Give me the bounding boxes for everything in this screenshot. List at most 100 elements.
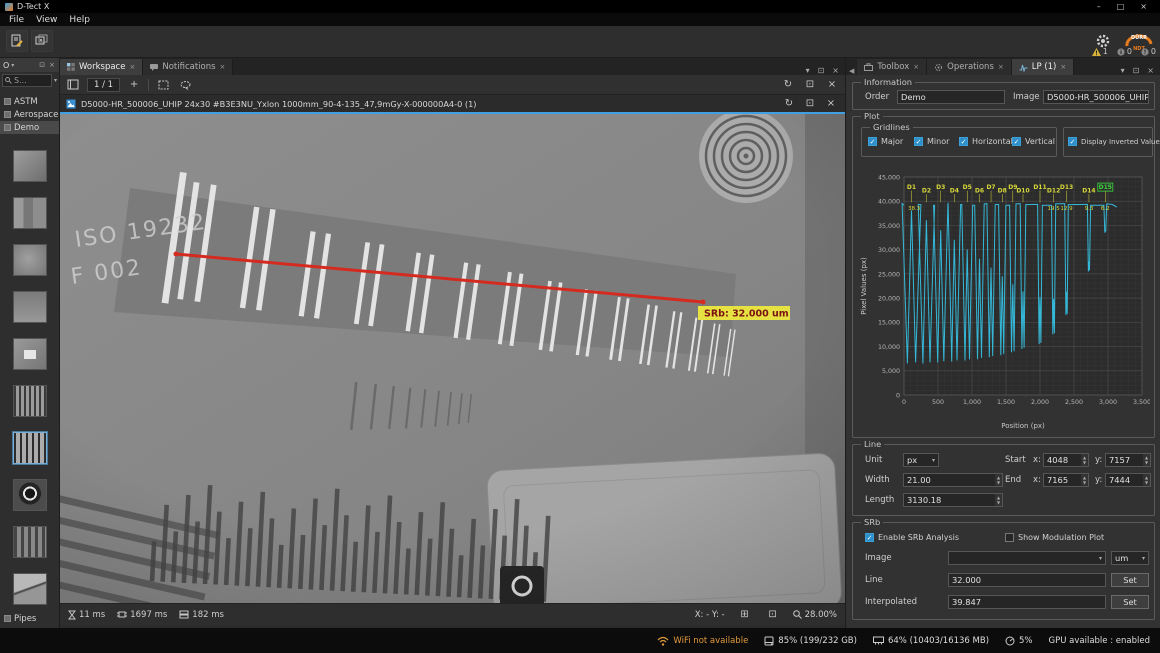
svg-text:D14: D14 xyxy=(1082,188,1095,195)
start-y-stepper[interactable]: 7157▲▼ xyxy=(1105,453,1151,467)
thumbnail[interactable] xyxy=(13,479,47,511)
checkbox-minor[interactable]: Minor xyxy=(914,137,949,146)
refresh-icon[interactable]: ↻ xyxy=(781,97,797,111)
srb-unit-select[interactable]: um▾ xyxy=(1111,551,1149,565)
film-icon[interactable] xyxy=(65,78,81,92)
search-input[interactable] xyxy=(14,76,36,85)
checkbox-horizontal[interactable]: Horizontal xyxy=(959,137,1013,146)
measurement-start-handle[interactable] xyxy=(174,252,179,257)
close-icon[interactable]: × xyxy=(1060,63,1066,71)
alert-badge[interactable]: 0 xyxy=(1141,47,1156,56)
srb-line-set-button[interactable]: Set xyxy=(1111,573,1149,587)
dock-icon[interactable]: ⊡ xyxy=(802,78,818,92)
sidebar-item-demo[interactable]: Demo xyxy=(0,121,59,134)
menu-view[interactable]: View xyxy=(30,15,63,25)
memory-usage: 64% (10403/16136 MB) xyxy=(873,636,989,646)
close-icon[interactable]: × xyxy=(129,63,135,71)
sidebar-item-astm[interactable]: ASTM xyxy=(0,95,59,108)
menu-file[interactable]: File xyxy=(3,15,30,25)
tab-operations[interactable]: Operations× xyxy=(927,59,1012,75)
dotted-grid-toggle-icon[interactable]: ⊡ xyxy=(765,608,781,622)
end-y-stepper[interactable]: 7444▲▼ xyxy=(1105,473,1151,487)
srb-image-select[interactable]: ▾ xyxy=(948,551,1106,565)
gauge-icon xyxy=(1005,636,1015,646)
order-label: Order xyxy=(865,90,889,104)
close-icon[interactable]: × xyxy=(823,97,839,111)
zoom-level[interactable]: 28.00% xyxy=(793,610,837,620)
close-icon[interactable]: × xyxy=(1147,66,1154,75)
image-tab[interactable]: D5000-HR_500006_UHIP 24x30 #B3E3NU_Yxlon… xyxy=(60,95,845,112)
tab-lp[interactable]: LP (1)× xyxy=(1012,59,1074,75)
close-icon[interactable]: × xyxy=(998,63,1004,71)
measurement-end-handle[interactable] xyxy=(701,300,706,305)
close-icon[interactable]: × xyxy=(220,63,226,71)
checkbox-inverted-values[interactable]: Display Inverted Values xyxy=(1068,137,1160,146)
close-button[interactable]: × xyxy=(1140,2,1147,11)
thumbnail[interactable] xyxy=(13,291,47,323)
report-button[interactable] xyxy=(6,30,28,52)
thumbnail[interactable] xyxy=(13,573,47,605)
dock-icon[interactable]: ⊡ xyxy=(38,61,46,69)
thumbnail[interactable] xyxy=(13,526,47,558)
image-field[interactable]: D5000-HR_500006_UHIP 24x30 #B xyxy=(1043,90,1149,104)
length-stepper[interactable]: 3130.18▲▼ xyxy=(903,493,1003,507)
line-profile-icon xyxy=(1019,63,1028,72)
thumbnail[interactable] xyxy=(13,338,47,370)
chevron-down-icon[interactable]: ▾ xyxy=(806,66,810,75)
sidebar-item-pipes[interactable]: Pipes xyxy=(0,612,60,625)
close-icon[interactable]: × xyxy=(48,61,56,69)
close-icon[interactable]: × xyxy=(832,66,839,75)
close-icon[interactable]: × xyxy=(913,63,919,71)
dock-icon[interactable]: ⊡ xyxy=(818,66,825,75)
menu-help[interactable]: Help xyxy=(63,15,96,25)
svg-text:40,000: 40,000 xyxy=(878,199,900,206)
maximize-button[interactable]: □ xyxy=(1117,2,1125,11)
rect-select-button[interactable] xyxy=(155,78,171,92)
tab-scroll-left-icon[interactable]: ◀ xyxy=(846,67,857,75)
close-icon[interactable]: × xyxy=(824,78,840,92)
tab-workspace[interactable]: Workspace× xyxy=(60,59,143,75)
chevron-down-icon[interactable]: ▾ xyxy=(1121,66,1125,75)
unit-select[interactable]: px▾ xyxy=(903,453,939,467)
grid-toggle-icon[interactable]: ⊞ xyxy=(737,608,753,622)
filter-chevron-icon[interactable]: ▾ xyxy=(54,77,57,84)
srb-line-field[interactable]: 32.000 xyxy=(948,573,1106,587)
minimize-button[interactable]: – xyxy=(1097,2,1101,11)
srb-interpolated-set-button[interactable]: Set xyxy=(1111,595,1149,609)
dock-icon[interactable]: ⊡ xyxy=(802,97,818,111)
sidebar-item-aerospace[interactable]: Aerospace xyxy=(0,108,59,121)
srb-line-label: Line xyxy=(865,573,883,587)
tab-notifications[interactable]: Notifications× xyxy=(143,59,233,75)
warning-badge[interactable]: 1 xyxy=(1092,47,1108,56)
thumbnail[interactable] xyxy=(13,150,47,182)
radiograph-viewport[interactable]: ISO 19232 F 002 SRb: 32.000 um xyxy=(60,114,845,603)
add-button[interactable]: + xyxy=(126,78,142,92)
end-label: End xyxy=(1005,473,1021,487)
end-x-stepper[interactable]: 7165▲▼ xyxy=(1043,473,1089,487)
gridlines-group: Gridlines Major Minor Horizontal Vertica… xyxy=(861,127,1057,157)
checkbox-enable-srb[interactable]: Enable SRb Analysis xyxy=(865,533,959,542)
chevron-down-icon[interactable]: ▾ xyxy=(11,62,14,69)
svg-text:D10: D10 xyxy=(1016,188,1029,195)
thumbnail[interactable] xyxy=(13,385,47,417)
refresh-icon[interactable]: ↻ xyxy=(780,78,796,92)
workspace-panel: Workspace× Notifications× ▾ ⊡ × 1 / 1 + xyxy=(60,58,845,628)
dock-icon[interactable]: ⊡ xyxy=(1133,66,1140,75)
info-badge[interactable]: 0 xyxy=(1117,47,1132,56)
tab-toolbox[interactable]: Toolbox× xyxy=(857,59,927,75)
srb-interpolated-field[interactable]: 39.847 xyxy=(948,595,1106,609)
total-time: 11 ms xyxy=(68,610,105,620)
start-x-stepper[interactable]: 4048▲▼ xyxy=(1043,453,1089,467)
checkbox-show-modulation[interactable]: Show Modulation Plot xyxy=(1005,533,1104,542)
notifications-icon xyxy=(150,63,158,71)
thumbnail[interactable] xyxy=(13,197,47,229)
images-button[interactable] xyxy=(31,30,53,52)
thumbnail[interactable] xyxy=(13,244,47,276)
lasso-select-button[interactable] xyxy=(177,78,193,92)
thumbnail-selected[interactable] xyxy=(13,432,47,464)
checkbox-major[interactable]: Major xyxy=(868,137,903,146)
order-field[interactable]: Demo xyxy=(897,90,1005,104)
width-stepper[interactable]: 21.00▲▼ xyxy=(903,473,1003,487)
checkbox-vertical[interactable]: Vertical xyxy=(1012,137,1055,146)
start-label: Start xyxy=(1005,453,1026,467)
